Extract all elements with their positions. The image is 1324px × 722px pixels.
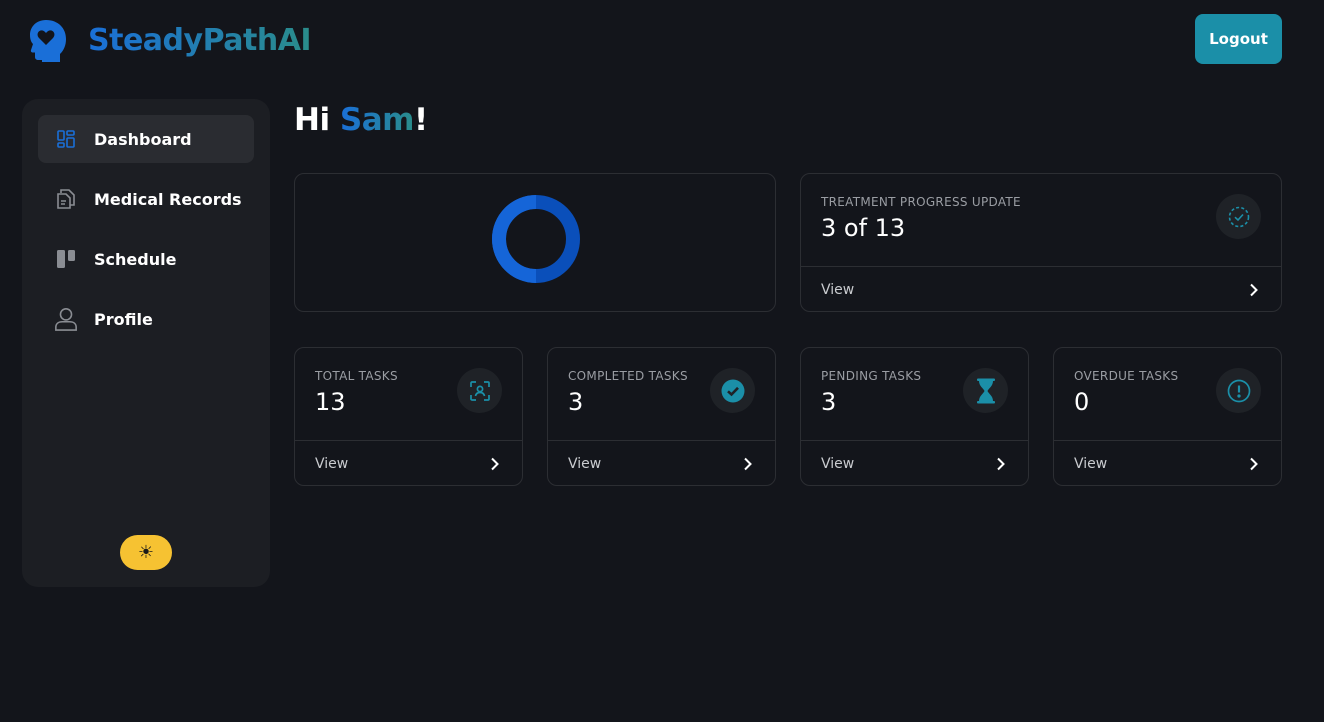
check-circle-icon bbox=[710, 368, 755, 413]
sidebar: Dashboard Medical Records Schedule Profi… bbox=[22, 99, 270, 587]
page-title: Hi Sam! bbox=[294, 102, 428, 138]
card-value: 3 of 13 bbox=[821, 214, 906, 242]
progress-donut-chart bbox=[492, 195, 580, 283]
view-label: View bbox=[821, 455, 855, 472]
completed-tasks-card: COMPLETED TASKS 3 View bbox=[547, 347, 776, 486]
scan-user-icon bbox=[457, 368, 502, 413]
pending-tasks-card: PENDING TASKS 3 View bbox=[800, 347, 1029, 486]
logo[interactable]: SteadyPathAI bbox=[28, 18, 312, 62]
alert-circle-icon bbox=[1216, 368, 1261, 413]
total-tasks-card: TOTAL TASKS 13 View bbox=[294, 347, 523, 486]
treatment-progress-card: TREATMENT PROGRESS UPDATE 3 of 13 View bbox=[800, 173, 1282, 312]
sidebar-item-label: Schedule bbox=[94, 249, 177, 269]
sidebar-item-label: Profile bbox=[94, 309, 153, 329]
view-label: View bbox=[315, 455, 349, 472]
check-circle-dashed-icon bbox=[1216, 194, 1261, 239]
card-value: 3 bbox=[568, 388, 584, 416]
sidebar-item-label: Dashboard bbox=[94, 129, 192, 149]
chevron-right-icon bbox=[997, 457, 1005, 470]
logout-button[interactable]: Logout bbox=[1195, 14, 1282, 64]
greeting-prefix: Hi bbox=[294, 102, 340, 138]
chevron-right-icon bbox=[744, 457, 752, 470]
card-title: TREATMENT PROGRESS UPDATE bbox=[821, 195, 1021, 209]
chevron-right-icon bbox=[1250, 283, 1258, 296]
sidebar-item-medical-records[interactable]: Medical Records bbox=[38, 175, 254, 223]
documents-icon bbox=[54, 187, 78, 211]
card-value: 13 bbox=[315, 388, 346, 416]
user-icon bbox=[54, 307, 78, 331]
hourglass-icon bbox=[963, 368, 1008, 413]
card-title: PENDING TASKS bbox=[821, 369, 922, 383]
card-value: 0 bbox=[1074, 388, 1090, 416]
card-title: TOTAL TASKS bbox=[315, 369, 398, 383]
greeting-user-name: Sam bbox=[339, 102, 415, 138]
brain-heart-logo-icon bbox=[30, 20, 66, 62]
brand-name: SteadyPathAI bbox=[88, 22, 312, 58]
sidebar-item-label: Medical Records bbox=[94, 189, 242, 209]
view-link[interactable]: View bbox=[1054, 441, 1281, 485]
sidebar-item-schedule[interactable]: Schedule bbox=[38, 235, 254, 283]
view-link[interactable]: View bbox=[548, 441, 775, 485]
chevron-right-icon bbox=[1250, 457, 1258, 470]
theme-toggle-button[interactable]: ☀ bbox=[120, 535, 172, 570]
sidebar-item-dashboard[interactable]: Dashboard bbox=[38, 115, 254, 163]
card-title: OVERDUE TASKS bbox=[1074, 369, 1179, 383]
view-label: View bbox=[821, 281, 855, 298]
view-link[interactable]: View bbox=[801, 267, 1281, 311]
sun-icon: ☀ bbox=[137, 542, 155, 563]
view-link[interactable]: View bbox=[295, 441, 522, 485]
donut-completed-arc bbox=[492, 195, 537, 283]
chevron-right-icon bbox=[491, 457, 499, 470]
app-root: SteadyPathAI Logout Dashboard Medical Re… bbox=[0, 0, 1324, 722]
dashboard-icon bbox=[54, 127, 78, 151]
card-value: 3 bbox=[821, 388, 837, 416]
kanban-icon bbox=[54, 247, 78, 271]
view-label: View bbox=[568, 455, 602, 472]
greeting-suffix: ! bbox=[413, 102, 428, 138]
sidebar-item-profile[interactable]: Profile bbox=[38, 295, 254, 343]
overdue-tasks-card: OVERDUE TASKS 0 View bbox=[1053, 347, 1282, 486]
view-label: View bbox=[1074, 455, 1108, 472]
view-link[interactable]: View bbox=[801, 441, 1028, 485]
progress-donut-card bbox=[294, 173, 776, 312]
card-title: COMPLETED TASKS bbox=[568, 369, 688, 383]
